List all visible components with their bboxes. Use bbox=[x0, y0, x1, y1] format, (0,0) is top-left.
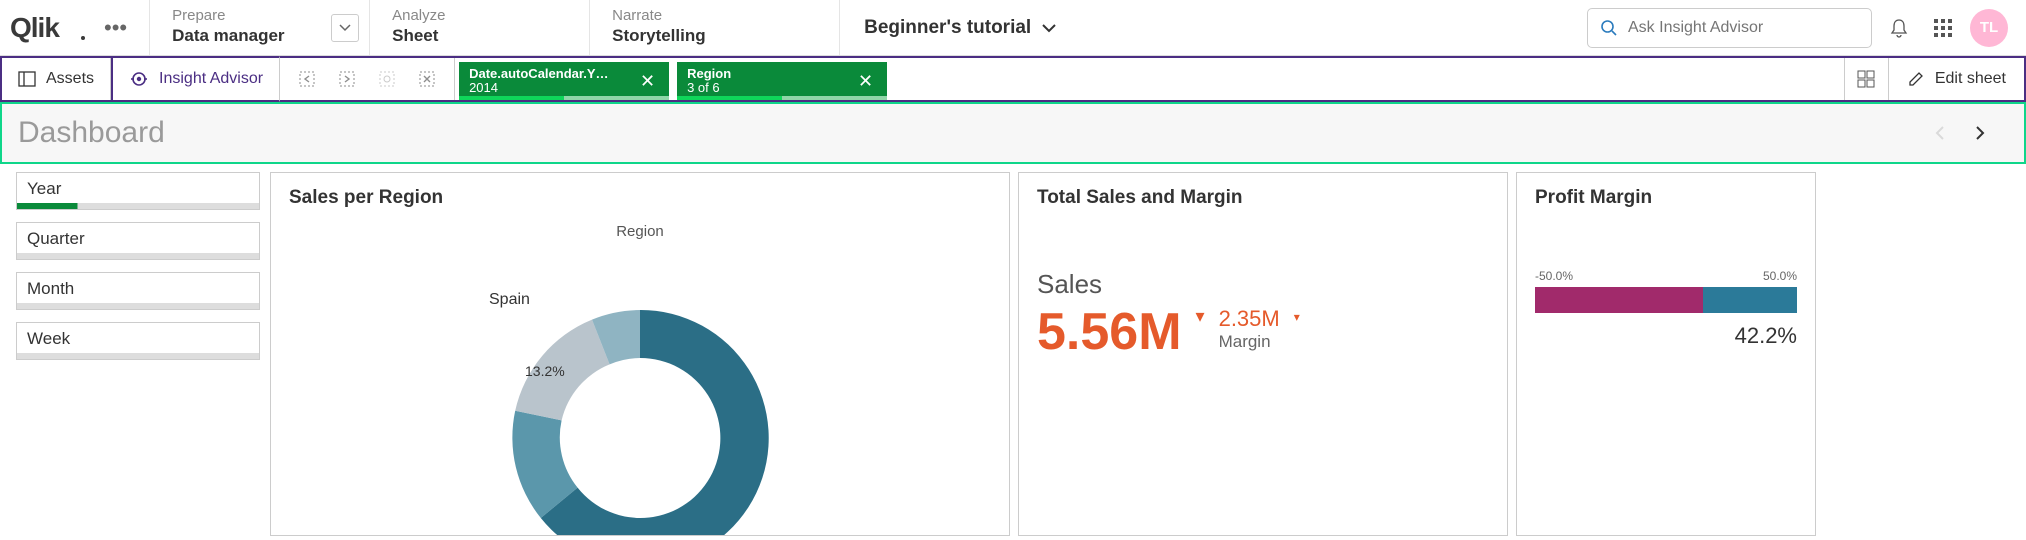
edit-sheet-button[interactable]: Edit sheet bbox=[1888, 58, 2024, 100]
filter-card-year[interactable]: Year bbox=[16, 172, 260, 210]
toolbar-right: Edit sheet bbox=[1844, 58, 2024, 100]
filter-pane: Year Quarter Month Week bbox=[0, 164, 270, 536]
slice-pct-label: 13.2% bbox=[525, 363, 565, 379]
sheet-grid-icon[interactable] bbox=[1844, 58, 1888, 100]
gauge-value: 42.2% bbox=[1535, 323, 1797, 349]
filter-card-quarter[interactable]: Quarter bbox=[16, 222, 260, 260]
filter-chip-date[interactable]: Date.autoCalendar.Y… 2014 ✕ bbox=[459, 62, 669, 100]
gauge-min: -50.0% bbox=[1535, 269, 1573, 283]
pencil-icon bbox=[1907, 70, 1925, 88]
nav-narrate-small: Narrate bbox=[612, 7, 817, 25]
chart-total-sales-margin[interactable]: Total Sales and Margin Sales 5.56M ▾ 2.3… bbox=[1018, 172, 1508, 536]
app-title-text: Beginner's tutorial bbox=[864, 17, 1031, 39]
nav-prepare-small: Prepare bbox=[172, 7, 347, 25]
search-input[interactable] bbox=[1628, 19, 1859, 37]
avatar[interactable]: TL bbox=[1970, 9, 2008, 47]
nav-narrate-big: Storytelling bbox=[612, 25, 817, 47]
nav-analyze-small: Analyze bbox=[392, 7, 567, 25]
bell-icon[interactable] bbox=[1882, 11, 1916, 45]
step-forward-icon[interactable] bbox=[336, 68, 358, 90]
edit-sheet-label: Edit sheet bbox=[1935, 70, 2006, 88]
filter-label: Week bbox=[27, 329, 249, 349]
sheet-nav bbox=[1934, 116, 2008, 150]
chart-area: Sales per Region Region Spain 13.2% bbox=[270, 164, 2026, 536]
step-back-icon[interactable] bbox=[296, 68, 318, 90]
nav-prepare-big: Data manager bbox=[172, 25, 347, 47]
toolbar: Assets Insight Advisor Date.autoCalendar… bbox=[0, 56, 2026, 102]
donut-chart: Region Spain 13.2% bbox=[289, 215, 991, 536]
insight-icon bbox=[129, 69, 149, 89]
filter-bar bbox=[17, 253, 259, 259]
filter-bar bbox=[17, 203, 259, 209]
slice-label-spain: Spain bbox=[489, 291, 530, 309]
chart-sales-per-region[interactable]: Sales per Region Region Spain 13.2% bbox=[270, 172, 1010, 536]
filter-chip-label: Region bbox=[687, 67, 731, 81]
filter-chip-label: Date.autoCalendar.Y… bbox=[469, 67, 608, 81]
filter-chip-value: 2014 bbox=[469, 81, 608, 95]
prev-sheet-button[interactable] bbox=[1934, 116, 1968, 150]
selection-tools bbox=[280, 58, 455, 100]
sheet-title: Dashboard bbox=[18, 116, 1934, 150]
logo-cell: Qlik ••• bbox=[0, 0, 149, 55]
next-sheet-button[interactable] bbox=[1974, 116, 2008, 150]
waffle-icon[interactable] bbox=[1926, 11, 1960, 45]
chart-title: Total Sales and Margin bbox=[1037, 187, 1489, 209]
trend-down-icon: ▾ bbox=[1196, 306, 1205, 327]
chart-title: Profit Margin bbox=[1535, 187, 1797, 209]
kpi-secondary-value: 2.35M bbox=[1219, 306, 1280, 332]
right-tools: TL bbox=[1569, 0, 2026, 55]
close-icon[interactable]: ✕ bbox=[852, 71, 879, 92]
filter-label: Quarter bbox=[27, 229, 249, 249]
filter-card-month[interactable]: Month bbox=[16, 272, 260, 310]
gauge-bar bbox=[1535, 287, 1797, 313]
nav-analyze[interactable]: Analyze Sheet bbox=[369, 0, 589, 55]
filter-card-week[interactable]: Week bbox=[16, 322, 260, 360]
chevron-down-icon bbox=[1041, 23, 1057, 33]
close-icon[interactable]: ✕ bbox=[634, 71, 661, 92]
filter-chip-value: 3 of 6 bbox=[687, 81, 731, 95]
top-bar: Qlik ••• Prepare Data manager Analyze Sh… bbox=[0, 0, 2026, 56]
chevron-down-icon[interactable] bbox=[331, 14, 359, 42]
clear-all-icon[interactable] bbox=[376, 68, 398, 90]
nav-narrate[interactable]: Narrate Storytelling bbox=[589, 0, 839, 55]
chart-profit-margin[interactable]: Profit Margin -50.0% 50.0% 42.2% bbox=[1516, 172, 1816, 536]
filter-label: Month bbox=[27, 279, 249, 299]
filter-label: Year bbox=[27, 179, 249, 199]
gauge-max: 50.0% bbox=[1763, 269, 1797, 283]
qlik-logo[interactable]: Qlik bbox=[10, 13, 86, 43]
nav-analyze-big: Sheet bbox=[392, 25, 567, 47]
panel-icon bbox=[18, 70, 36, 88]
kpi-secondary-label: Margin bbox=[1219, 332, 1280, 352]
filter-bar bbox=[17, 353, 259, 359]
app-title-dropdown[interactable]: Beginner's tutorial bbox=[839, 0, 1569, 55]
filter-bar bbox=[17, 303, 259, 309]
sheet-body: Year Quarter Month Week Sales per Region… bbox=[0, 164, 2026, 536]
assets-label: Assets bbox=[46, 70, 94, 88]
sheet-title-bar: Dashboard bbox=[0, 102, 2026, 164]
chart-title: Sales per Region bbox=[289, 187, 991, 209]
kpi-label: Sales bbox=[1037, 269, 1489, 300]
insight-advisor-button[interactable]: Insight Advisor bbox=[111, 56, 280, 102]
svg-text:Qlik: Qlik bbox=[10, 13, 60, 43]
more-icon[interactable]: ••• bbox=[98, 15, 133, 41]
nav-prepare[interactable]: Prepare Data manager bbox=[149, 0, 369, 55]
trend-down-small-icon: ▾ bbox=[1294, 310, 1300, 324]
insight-label: Insight Advisor bbox=[159, 70, 263, 88]
search-icon bbox=[1600, 19, 1618, 37]
filter-chip-region[interactable]: Region 3 of 6 ✕ bbox=[677, 62, 887, 100]
search-insight-box[interactable] bbox=[1587, 8, 1872, 48]
clear-selection-icon[interactable] bbox=[416, 68, 438, 90]
kpi-value: 5.56M bbox=[1037, 306, 1182, 358]
assets-button[interactable]: Assets bbox=[2, 58, 111, 100]
